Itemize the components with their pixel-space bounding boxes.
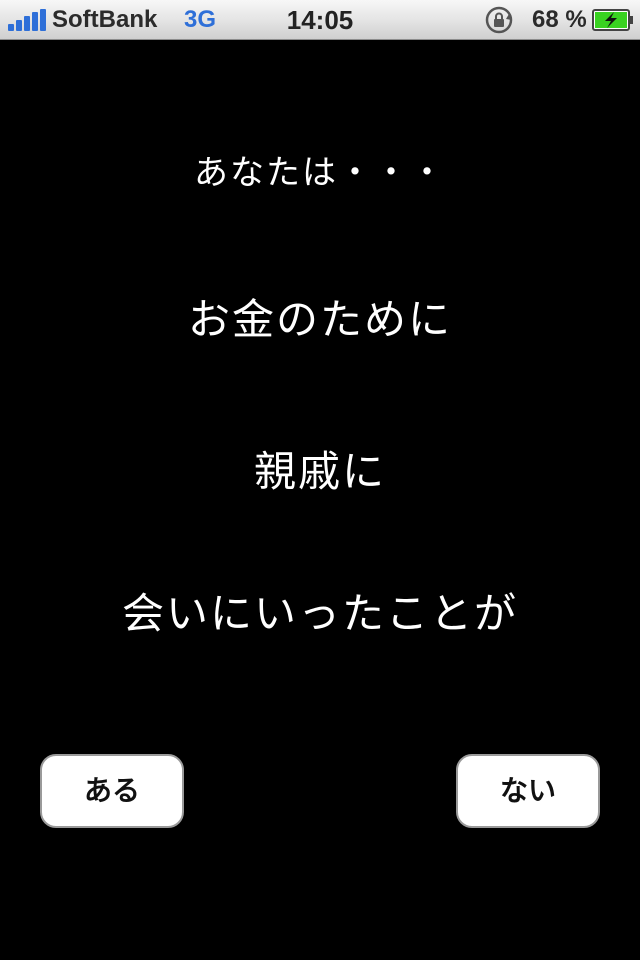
- yes-button[interactable]: ある: [40, 754, 184, 828]
- question-line-1: あなたは・・・: [194, 153, 446, 193]
- battery-percentage: 68 %: [532, 6, 587, 33]
- battery-charging-icon: [592, 9, 634, 31]
- question-line-2: お金のために: [187, 295, 452, 344]
- status-bar: SoftBank 3G 14:05 68 %: [0, 0, 640, 40]
- rotation-lock-icon: [484, 5, 514, 35]
- no-button[interactable]: ない: [456, 754, 600, 828]
- question-line-4: 会いにいったことが: [121, 589, 518, 638]
- question-line-3: 親戚に: [253, 447, 386, 496]
